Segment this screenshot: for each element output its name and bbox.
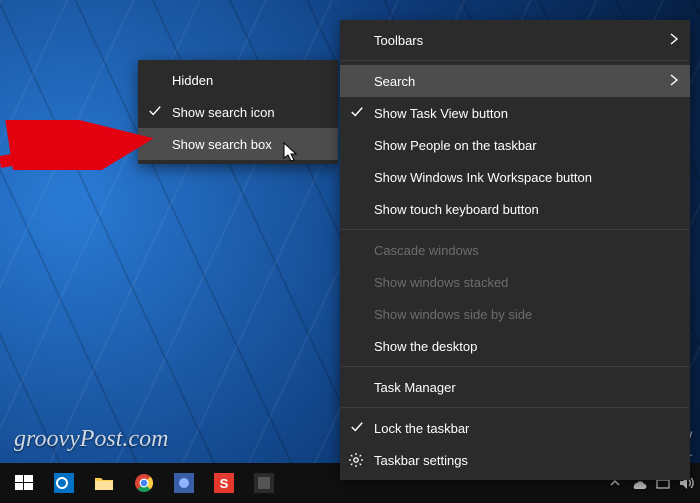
label-search: Search (374, 74, 415, 89)
separator (341, 407, 689, 408)
menu-item-show-people[interactable]: Show People on the taskbar (340, 129, 690, 161)
menu-item-cascade: Cascade windows (340, 234, 690, 266)
gear-icon (348, 452, 364, 468)
watermark-text: groovyPost.com (14, 426, 168, 453)
desktop[interactable]: groovyPost.com Window 17686.rs_ Hidden S… (0, 0, 700, 503)
chrome-icon (134, 473, 154, 493)
label-sidebyside: Show windows side by side (374, 307, 532, 322)
menu-item-show-desktop[interactable]: Show the desktop (340, 330, 690, 362)
menu-item-lock-taskbar[interactable]: Lock the taskbar (340, 412, 690, 444)
chevron-right-icon (668, 33, 680, 45)
taskbar-icon-snagit[interactable]: S (204, 463, 244, 503)
chevron-right-icon (668, 74, 680, 86)
label-hidden: Hidden (172, 73, 213, 88)
menu-item-show-search-icon[interactable]: Show search icon (138, 96, 338, 128)
windows-logo-icon (14, 473, 34, 493)
label-show-people: Show People on the taskbar (374, 138, 537, 153)
menu-item-task-manager[interactable]: Task Manager (340, 371, 690, 403)
label-show-search-icon: Show search icon (172, 105, 275, 120)
taskbar-icon-explorer[interactable] (84, 463, 124, 503)
label-show-desktop: Show the desktop (374, 339, 477, 354)
snagit-icon: S (214, 473, 234, 493)
label-taskbar-settings: Taskbar settings (374, 453, 468, 468)
taskbar-icon-app-blue[interactable] (164, 463, 204, 503)
app-icon (254, 473, 274, 493)
svg-text:S: S (220, 476, 229, 491)
menu-item-show-search-box[interactable]: Show search box (138, 128, 338, 160)
separator (341, 229, 689, 230)
menu-item-search[interactable]: Search (340, 65, 690, 97)
taskbar-context-menu: Toolbars Search Show Task View button Sh… (340, 20, 690, 480)
check-icon (148, 104, 162, 118)
label-show-ink: Show Windows Ink Workspace button (374, 170, 592, 185)
taskbar-icon-outlook[interactable] (44, 463, 84, 503)
menu-item-toolbars[interactable]: Toolbars (340, 24, 690, 56)
label-stacked: Show windows stacked (374, 275, 508, 290)
separator (341, 60, 689, 61)
label-toolbars: Toolbars (374, 33, 423, 48)
label-task-manager: Task Manager (374, 380, 456, 395)
menu-item-show-touch-kb[interactable]: Show touch keyboard button (340, 193, 690, 225)
check-icon (350, 420, 364, 434)
start-button[interactable] (4, 463, 44, 503)
check-icon (350, 105, 364, 119)
folder-icon (94, 473, 114, 493)
label-show-touch-kb: Show touch keyboard button (374, 202, 539, 217)
label-lock-taskbar: Lock the taskbar (374, 421, 469, 436)
mouse-cursor-icon (283, 142, 301, 164)
label-cascade: Cascade windows (374, 243, 479, 258)
taskbar-icon-chrome[interactable] (124, 463, 164, 503)
label-show-task-view: Show Task View button (374, 106, 508, 121)
outlook-icon (54, 473, 74, 493)
menu-item-stacked: Show windows stacked (340, 266, 690, 298)
taskbar-icon-app-dark[interactable] (244, 463, 284, 503)
label-show-search-box: Show search box (172, 137, 272, 152)
separator (341, 366, 689, 367)
app-icon (174, 473, 194, 493)
menu-item-sidebyside: Show windows side by side (340, 298, 690, 330)
menu-item-show-task-view[interactable]: Show Task View button (340, 97, 690, 129)
menu-item-show-ink[interactable]: Show Windows Ink Workspace button (340, 161, 690, 193)
search-submenu: Hidden Show search icon Show search box (138, 60, 338, 164)
annotation-arrow (0, 120, 160, 170)
menu-item-taskbar-settings[interactable]: Taskbar settings (340, 444, 690, 476)
menu-item-hidden[interactable]: Hidden (138, 64, 338, 96)
